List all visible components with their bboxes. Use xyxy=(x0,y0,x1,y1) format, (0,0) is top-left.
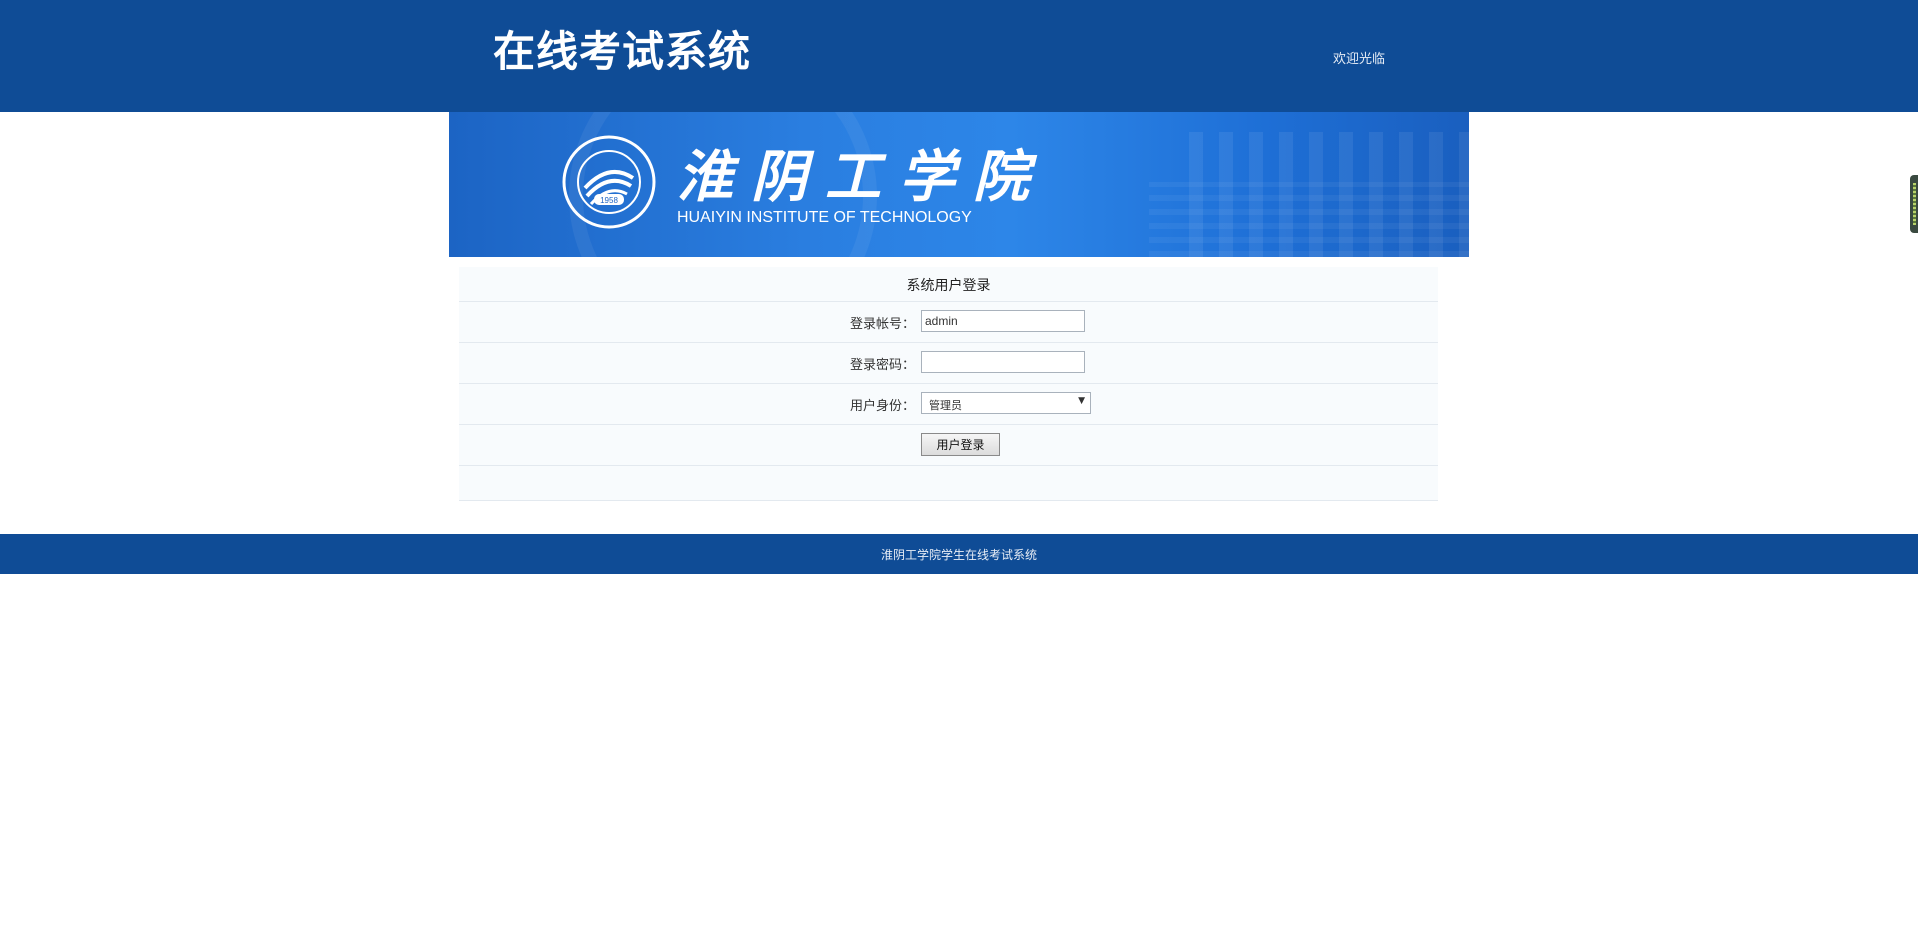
account-input[interactable] xyxy=(921,310,1085,332)
account-label: 登录帐号： xyxy=(849,317,915,332)
site-header: 在线考试系统 欢迎光临 xyxy=(0,0,1918,112)
school-banner: 1958 淮阴工学院 HUAIYIN INSTITUTE OF TECHNOLO… xyxy=(449,112,1469,257)
school-name-chinese: 淮阴工学院 xyxy=(677,144,1047,210)
role-row: 用户身份： 管理员 ▼ xyxy=(459,384,1438,425)
grip-icon xyxy=(1913,183,1916,225)
role-select-value: 管理员 xyxy=(929,399,962,412)
login-form-title: 系统用户登录 xyxy=(906,278,991,294)
school-name-english: HUAIYIN INSTITUTE OF TECHNOLOGY xyxy=(677,209,972,226)
login-button[interactable]: 用户登录 xyxy=(921,433,1000,456)
site-title: 在线考试系统 xyxy=(493,27,752,76)
password-row: 登录密码： xyxy=(459,343,1438,384)
submit-row: 用户登录 xyxy=(459,425,1438,466)
banner-decoration-lines xyxy=(1149,182,1469,257)
login-title-row: 系统用户登录 xyxy=(459,267,1438,302)
role-select[interactable]: 管理员 ▼ xyxy=(921,392,1091,414)
account-row: 登录帐号： xyxy=(459,302,1438,343)
password-input[interactable] xyxy=(921,351,1085,373)
welcome-text: 欢迎光临 xyxy=(1333,52,1386,67)
password-label: 登录密码： xyxy=(849,358,915,373)
dropdown-arrow-icon: ▼ xyxy=(1078,396,1085,406)
side-panel-handle[interactable] xyxy=(1910,175,1918,233)
seal-year: 1958 xyxy=(600,196,618,205)
site-footer: 淮阴工学院学生在线考试系统 xyxy=(0,534,1918,574)
role-label: 用户身份： xyxy=(849,399,915,414)
school-seal-logo: 1958 xyxy=(562,135,656,229)
login-form: 系统用户登录 登录帐号： 登录密码： 用户身份： 管理员 ▼ 用户登录 xyxy=(459,267,1438,501)
empty-row xyxy=(459,466,1438,501)
footer-text: 淮阴工学院学生在线考试系统 xyxy=(880,548,1037,562)
